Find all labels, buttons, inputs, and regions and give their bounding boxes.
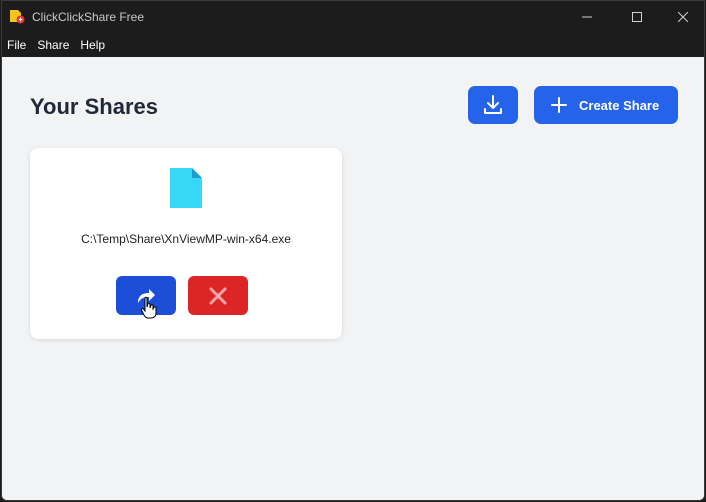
menu-help[interactable]: Help: [80, 38, 105, 52]
download-icon: [484, 95, 502, 114]
app-window: ClickClickShare Free File Share Help You…: [1, 0, 705, 501]
create-share-button[interactable]: Create Share: [534, 86, 678, 124]
plus-icon: [551, 97, 567, 113]
import-share-button[interactable]: [468, 86, 518, 124]
file-icon: [170, 168, 202, 208]
close-window-button[interactable]: [660, 1, 704, 32]
menu-bar: File Share Help: [2, 32, 704, 57]
main-content: Your Shares Create Share C:\Temp\Share\X…: [2, 57, 704, 500]
app-logo-icon: [9, 8, 25, 24]
window-title: ClickClickShare Free: [32, 10, 145, 24]
page-title: Your Shares: [30, 94, 158, 119]
create-share-label: Create Share: [579, 97, 660, 113]
share-card: C:\Temp\Share\XnViewMP-win-x64.exe: [30, 148, 342, 339]
menu-share[interactable]: Share: [37, 38, 69, 52]
delete-share-button[interactable]: [188, 276, 248, 315]
menu-file[interactable]: File: [7, 38, 26, 52]
close-icon: [678, 11, 688, 22]
title-bar[interactable]: ClickClickShare Free: [2, 1, 704, 32]
minimize-button[interactable]: [564, 1, 610, 32]
maximize-button[interactable]: [614, 1, 660, 32]
minimize-icon: [582, 16, 592, 17]
share-file-path: C:\Temp\Share\XnViewMP-win-x64.exe: [81, 232, 291, 246]
maximize-icon: [632, 11, 642, 22]
hand-cursor-icon: [140, 296, 158, 320]
close-icon: [209, 287, 227, 304]
